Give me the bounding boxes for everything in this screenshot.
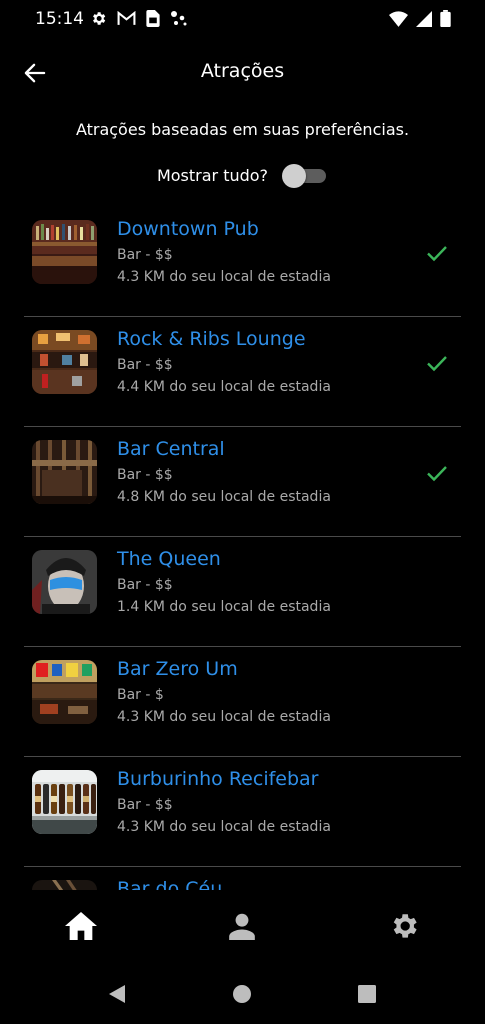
attraction-name[interactable]: Burburinho Recifebar (117, 768, 319, 790)
attraction-distance: 4.8 KM do seu local de estadia (117, 489, 331, 505)
attraction-thumbnail (32, 880, 97, 890)
settings-icon (393, 914, 417, 938)
system-recents-button[interactable] (356, 983, 378, 1005)
page-title: Atrações (200, 60, 285, 82)
list-item[interactable]: Burburinho Recifebar Bar - $$ 4.3 KM do … (24, 757, 461, 867)
system-home-button[interactable] (231, 983, 253, 1005)
attraction-thumbnail (32, 330, 97, 394)
list-item[interactable]: Rock & Ribs Lounge Bar - $$ 4.4 KM do se… (24, 317, 461, 427)
sim-card-icon (146, 10, 160, 27)
status-bar: 15:14 (0, 0, 485, 40)
status-system-icons (389, 10, 451, 27)
attraction-name[interactable]: Bar do Céu (117, 878, 222, 890)
system-navigation-bar (0, 962, 485, 1024)
status-time: 15:14 (35, 9, 84, 29)
battery-icon (440, 10, 451, 27)
back-triangle-icon (109, 985, 125, 1003)
attraction-type: Bar - $$ (117, 577, 173, 593)
attraction-name[interactable]: Bar Zero Um (117, 658, 238, 680)
attraction-distance: 4.4 KM do seu local de estadia (117, 379, 331, 395)
attractions-list[interactable]: Downtown Pub Bar - $$ 4.3 KM do seu loca… (24, 207, 461, 890)
gmail-icon (117, 11, 136, 25)
attraction-type: Bar - $ (117, 687, 164, 703)
check-icon (427, 466, 447, 482)
attraction-thumbnail (32, 440, 97, 504)
attraction-distance: 4.3 KM do seu local de estadia (117, 819, 331, 835)
status-notification-icons (90, 10, 188, 27)
home-icon (65, 912, 97, 940)
attraction-name[interactable]: Downtown Pub (117, 218, 259, 240)
attraction-name[interactable]: Bar Central (117, 438, 225, 460)
bottom-navigation (0, 890, 485, 962)
show-all-label: Mostrar tudo? (156, 165, 269, 185)
app-header: Atrações (0, 48, 485, 96)
check-icon (427, 246, 447, 262)
attraction-type: Bar - $$ (117, 247, 173, 263)
list-item[interactable]: The Queen Bar - $$ 1.4 KM do seu local d… (24, 537, 461, 647)
list-item[interactable]: Bar do Céu (24, 867, 461, 890)
system-back-button[interactable] (106, 983, 128, 1005)
home-circle-icon (233, 985, 251, 1003)
nav-profile-button[interactable] (224, 908, 260, 944)
attraction-distance: 1.4 KM do seu local de estadia (117, 599, 331, 615)
recents-square-icon (358, 985, 376, 1003)
toggle-thumb (282, 164, 307, 188)
list-item[interactable]: Bar Central Bar - $$ 4.8 KM do seu local… (24, 427, 461, 537)
attraction-name[interactable]: Rock & Ribs Lounge (117, 328, 306, 350)
dots-icon (171, 11, 187, 26)
attraction-thumbnail (32, 770, 97, 834)
nav-home-button[interactable] (63, 908, 99, 944)
wifi-icon (389, 10, 408, 27)
list-item[interactable]: Bar Zero Um Bar - $ 4.3 KM do seu local … (24, 647, 461, 757)
subtitle-text: Atrações baseadas em suas preferências. (75, 120, 410, 139)
show-all-toggle[interactable] (282, 163, 328, 188)
profile-icon (229, 913, 255, 940)
nav-settings-button[interactable] (386, 908, 422, 944)
attraction-thumbnail (32, 550, 97, 614)
check-icon (427, 356, 447, 372)
signal-icon (416, 10, 432, 27)
attraction-thumbnail (32, 220, 97, 284)
list-item[interactable]: Downtown Pub Bar - $$ 4.3 KM do seu loca… (24, 207, 461, 317)
attraction-type: Bar - $$ (117, 797, 173, 813)
attraction-distance: 4.3 KM do seu local de estadia (117, 709, 331, 725)
attraction-type: Bar - $$ (117, 357, 173, 373)
attraction-distance: 4.3 KM do seu local de estadia (117, 269, 331, 285)
attraction-thumbnail (32, 660, 97, 724)
gear-icon (93, 12, 106, 25)
attraction-name[interactable]: The Queen (117, 548, 221, 570)
show-all-row: Mostrar tudo? (0, 160, 485, 190)
attraction-type: Bar - $$ (117, 467, 173, 483)
